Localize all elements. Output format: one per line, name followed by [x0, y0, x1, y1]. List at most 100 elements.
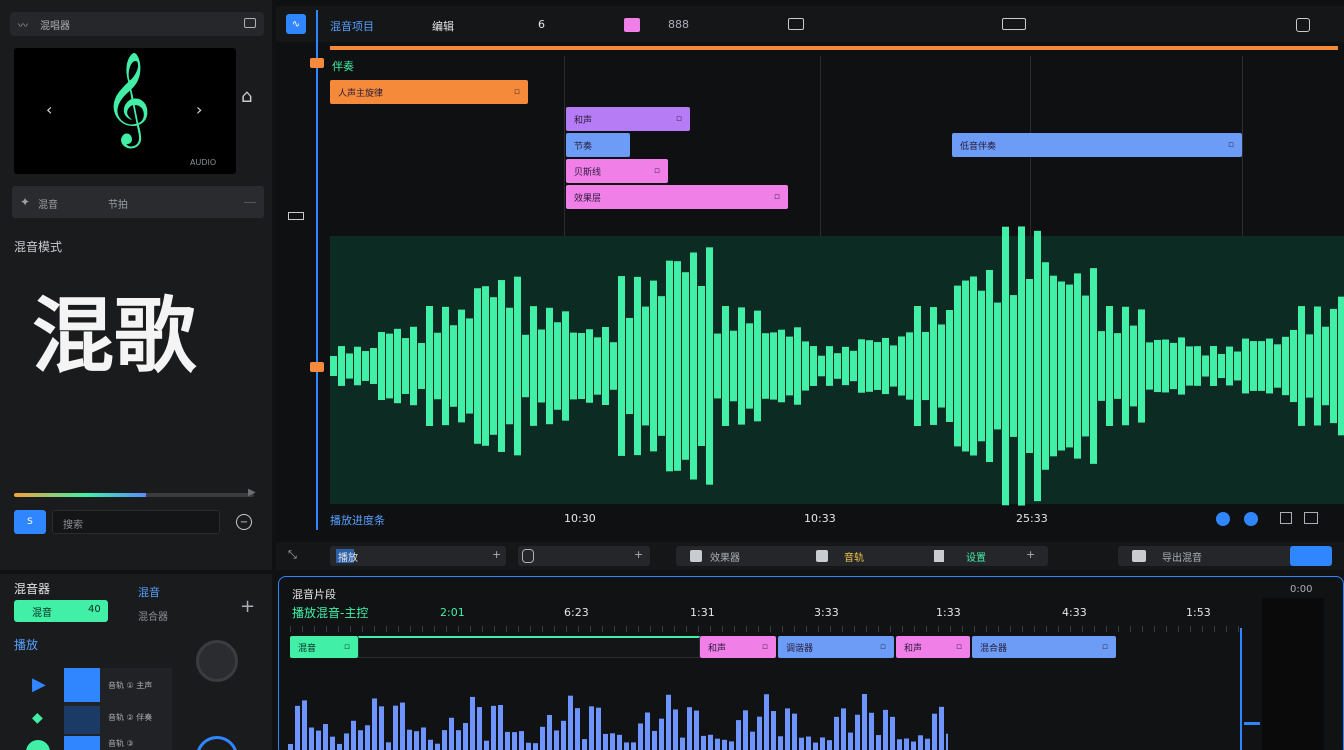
waveform[interactable]: [330, 208, 1344, 508]
bottom-waveform-bar: [302, 700, 307, 750]
track-item-3[interactable]: [64, 736, 100, 750]
waveform-bar: [1138, 309, 1145, 423]
share-icon[interactable]: ⌂: [241, 86, 252, 107]
bclip-5[interactable]: 混合器 ▫: [972, 636, 1116, 658]
waveform-bar: [1050, 275, 1057, 457]
bottom-waveform-bar: [687, 707, 692, 750]
clip-icon[interactable]: [788, 18, 804, 30]
clip-low[interactable]: 低音伴奏 ▫: [952, 133, 1242, 157]
bottom-waveform-bar: [491, 705, 496, 750]
bottom-waveform-bar: [792, 713, 797, 750]
bottom-playhead[interactable]: [1240, 628, 1242, 750]
preview-label: AUDIO: [190, 158, 217, 167]
clip-fx[interactable]: 效果层 ▫: [566, 185, 788, 209]
waveform-bar: [682, 272, 689, 460]
bottom-waveform-bar: [295, 705, 300, 750]
bottom-waveform-bar: [470, 696, 475, 750]
window-icon[interactable]: [244, 18, 256, 28]
track-row[interactable]: ✦ 混音 节拍: [12, 186, 264, 218]
loop-dot-icon[interactable]: [1244, 512, 1258, 526]
bottom-waveform-bar: [708, 734, 713, 750]
grid-toggle-icon[interactable]: [1304, 512, 1318, 524]
bottom-left-title: 混音器: [14, 582, 51, 596]
waveform-bar: [970, 276, 977, 456]
pink-marker-icon[interactable]: [624, 18, 640, 32]
bclip-2[interactable]: 和声 ▫: [700, 636, 776, 658]
toolbar-item4[interactable]: 888: [668, 18, 689, 31]
bottom-waveform-bar: [540, 726, 545, 750]
next-arrow-icon[interactable]: ›: [196, 100, 202, 119]
knob-icon[interactable]: [196, 640, 238, 682]
toolbar-item3[interactable]: 6: [538, 18, 545, 31]
bclip-1[interactable]: 混音 ▫: [290, 636, 358, 658]
track-label[interactable]: 音轨: [844, 549, 864, 564]
ruler-b-1: 2:01: [440, 606, 465, 619]
waveform-bar: [514, 276, 521, 456]
record-dot-icon[interactable]: [1216, 512, 1230, 526]
waveform-bar: [802, 341, 809, 391]
bottom-time: 0:00: [1290, 584, 1313, 595]
snap-icon[interactable]: [1280, 512, 1292, 524]
bclip-3[interactable]: 调谐器 ▫: [778, 636, 894, 658]
waveform-bar: [1226, 346, 1233, 386]
waveform-bar: [634, 276, 641, 456]
waveform-bar: [978, 290, 985, 442]
orange-marker-icon-2[interactable]: [310, 362, 324, 372]
bottom-waveform-bar: [883, 709, 888, 750]
slider-field[interactable]: +: [518, 546, 650, 566]
track-row-divider: [244, 202, 256, 203]
waveform-bar: [834, 353, 841, 379]
waveform-bar: [962, 280, 969, 452]
search-button[interactable]: S: [14, 510, 46, 534]
bottom-waveform-bar: [330, 736, 335, 750]
waveform-bar: [586, 329, 593, 403]
plus-icon[interactable]: +: [492, 548, 501, 561]
plus-icon[interactable]: +: [634, 548, 643, 561]
waveform-bar: [394, 328, 401, 404]
tab-mix[interactable]: 混音 40: [14, 600, 108, 622]
volume-slider-icon[interactable]: [1244, 722, 1260, 725]
clip-harmony[interactable]: 和声 ▫: [566, 107, 690, 131]
settings-icon[interactable]: [1296, 18, 1310, 32]
preview-box[interactable]: ‹ 𝄞 › AUDIO: [14, 48, 236, 174]
bottom-waveform-bar: [624, 742, 629, 750]
track-item-2[interactable]: [64, 706, 100, 734]
bottom-waveform-bar: [890, 716, 895, 750]
bottom-waveform-bar: [477, 707, 482, 750]
slider-knob[interactable]: [522, 549, 534, 563]
play-field[interactable]: 播放 +: [330, 546, 506, 566]
waveform-bar: [618, 276, 625, 456]
playhead-line[interactable]: [316, 10, 318, 530]
play-icon[interactable]: ▶: [32, 674, 46, 695]
orange-marker-icon[interactable]: [310, 58, 324, 68]
waveform-bar: [794, 327, 801, 405]
fx-label[interactable]: 效果器: [710, 549, 740, 564]
export-button[interactable]: [1290, 546, 1332, 566]
track-icon[interactable]: [816, 550, 828, 562]
bottom-waveform-bar: [603, 733, 608, 750]
clip-end-icon: ▫: [343, 642, 350, 652]
track-item-1[interactable]: [64, 668, 100, 702]
toolbar-logo-icon[interactable]: ∿: [286, 14, 306, 34]
settings-label[interactable]: 设置: [966, 549, 986, 564]
ruler-b-6: 4:33: [1062, 606, 1087, 619]
settings-small-icon[interactable]: [934, 550, 944, 562]
search-input[interactable]: 搜索: [52, 510, 220, 534]
diamond-icon[interactable]: ◆: [32, 710, 43, 726]
bottom-waveform[interactable]: [288, 684, 948, 750]
bclip-4[interactable]: 和声 ▫: [896, 636, 970, 658]
clip-bass[interactable]: 贝斯线 ▫: [566, 159, 668, 183]
mode-label[interactable]: 编辑: [432, 18, 454, 34]
window-split-icon[interactable]: [1002, 18, 1026, 30]
z-icon[interactable]: ⤡: [288, 548, 297, 562]
minus-circle-icon[interactable]: −: [236, 514, 252, 530]
add-track-icon[interactable]: +: [240, 596, 255, 617]
fx-icon[interactable]: [690, 550, 702, 562]
clip-vocal[interactable]: 人声主旋律 ▫: [330, 80, 528, 104]
waveform-bar: [706, 247, 713, 485]
clip-rhythm[interactable]: 节奏: [566, 133, 630, 157]
prev-arrow-icon[interactable]: ‹: [46, 100, 52, 119]
export-group[interactable]: 导出混音: [1118, 546, 1332, 566]
add-button[interactable]: +: [1026, 548, 1035, 561]
bottom-waveform-bar: [757, 716, 762, 750]
